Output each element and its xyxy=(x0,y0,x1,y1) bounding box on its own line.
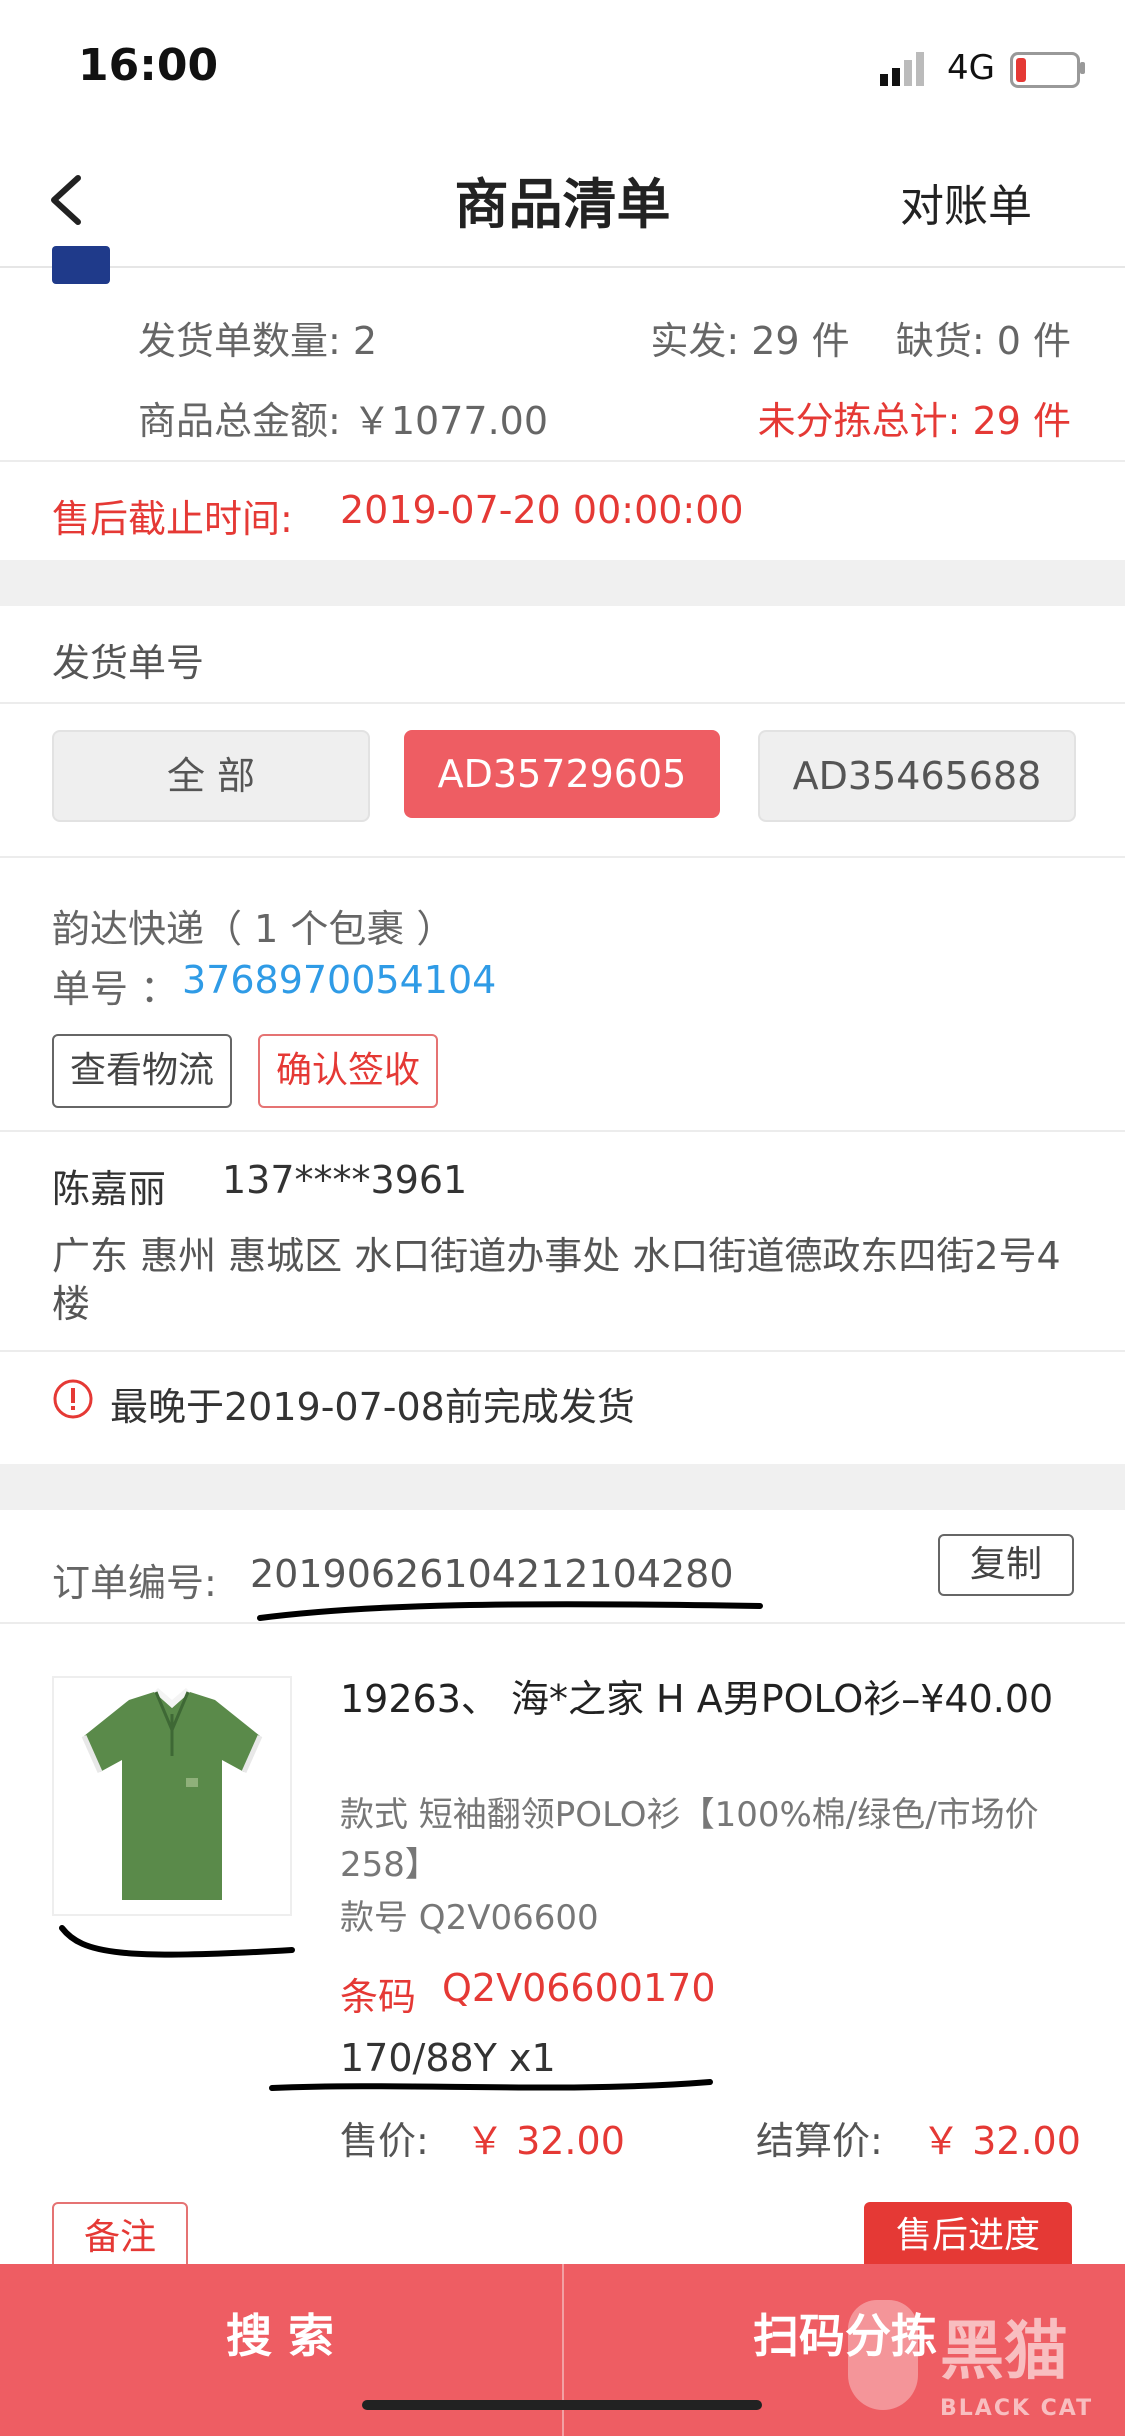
shipped-shortage: 实发: 29 件 缺货: 0 件 xyxy=(650,310,1071,365)
order-no-label: 订单编号: xyxy=(52,1561,217,1605)
search-button[interactable]: 搜 索 xyxy=(0,2300,560,2366)
tab-shipment-2[interactable]: AD35465688 xyxy=(758,730,1076,822)
shipment-section-title: 发货单号 xyxy=(52,641,205,685)
battery-cap xyxy=(1080,62,1085,74)
order-no: 20190626104212104280 xyxy=(250,1552,734,1596)
statement-link[interactable]: 对账单 xyxy=(900,170,1032,234)
price-label: 售价: xyxy=(340,2119,429,2163)
redaction-scribble xyxy=(257,1601,763,1621)
shipped-count: 实发: 29 件 xyxy=(650,319,850,363)
product-image[interactable] xyxy=(52,1676,292,1916)
divider xyxy=(0,460,1125,462)
divider xyxy=(0,702,1125,704)
shop-logo xyxy=(52,246,110,284)
divider xyxy=(0,856,1125,858)
total-amount: 商品总金额: ￥1077.00 xyxy=(138,399,549,443)
network-label: 4G xyxy=(947,48,995,88)
shipment-count: 发货单数量: 2 xyxy=(138,319,378,363)
battery-level xyxy=(1016,58,1026,82)
tab-all[interactable]: 全 部 xyxy=(52,730,370,822)
after-sale-progress-button[interactable]: 售后进度 xyxy=(864,2202,1072,2270)
polo-shirt-icon xyxy=(81,1688,263,1900)
product-style-no: 款号 Q2V06600 xyxy=(340,1898,599,1938)
watermark-cat-icon xyxy=(848,2300,918,2410)
settle-price-label: 结算价: xyxy=(756,2119,883,2163)
product-title: 19263、 海*之家 H A男POLO衫–¥40.00 xyxy=(340,1677,1054,1721)
section-gap xyxy=(0,560,1125,606)
after-sale-deadline-value: 2019-07-20 00:00:00 xyxy=(340,488,744,532)
recipient-address: 广东 惠州 惠城区 水口街道办事处 水口街道德政东四街2号4楼 xyxy=(52,1234,1061,1326)
redaction-scribble xyxy=(59,1925,295,1958)
tracking-number[interactable]: 3768970054104 xyxy=(182,958,496,1002)
shortage-count: 缺货: 0 件 xyxy=(895,319,1071,363)
price-value: ￥ 32.00 xyxy=(466,2119,625,2163)
recipient-phone: 137****3961 xyxy=(222,1158,468,1202)
signal-icon xyxy=(880,52,924,86)
ship-deadline: 最晚于2019-07-08前完成发货 xyxy=(110,1385,635,1429)
section-gap xyxy=(0,1464,1125,1510)
watermark-subtext: BLACK CAT xyxy=(940,2396,1094,2421)
confirm-receipt-button[interactable]: 确认签收 xyxy=(258,1034,438,1108)
tab-shipment-1[interactable]: AD35729605 xyxy=(404,730,720,818)
copy-button[interactable]: 复制 xyxy=(938,1534,1074,1596)
view-logistics-button[interactable]: 查看物流 xyxy=(52,1034,232,1108)
home-indicator xyxy=(362,2400,762,2410)
barcode-label: 条码 xyxy=(340,1975,417,2019)
redaction-scribble xyxy=(269,2079,713,2091)
divider xyxy=(0,1130,1125,1132)
carrier-info: 韵达快递（ 1 个包裹 ） xyxy=(52,907,455,951)
settle-price-value: ￥ 32.00 xyxy=(922,2119,1081,2163)
tracking-label: 单号 ： xyxy=(52,967,179,1011)
status-time: 16:00 xyxy=(78,40,219,91)
watermark-text: 黑猫 xyxy=(940,2315,1068,2389)
recipient-name: 陈嘉丽 xyxy=(52,1167,167,1211)
after-sale-deadline-label: 售后截止时间: xyxy=(52,497,293,541)
unsorted-total: 未分拣总计: 29 件 xyxy=(757,399,1071,443)
alert-icon xyxy=(53,1379,93,1419)
divider xyxy=(0,1622,1125,1624)
product-style: 款式 短袖翻领POLO衫【100%棉/绿色/市场价258】 xyxy=(340,1795,1039,1885)
bottom-divider xyxy=(562,2264,564,2436)
barcode-value: Q2V06600170 xyxy=(442,1966,716,2010)
divider xyxy=(0,1350,1125,1352)
